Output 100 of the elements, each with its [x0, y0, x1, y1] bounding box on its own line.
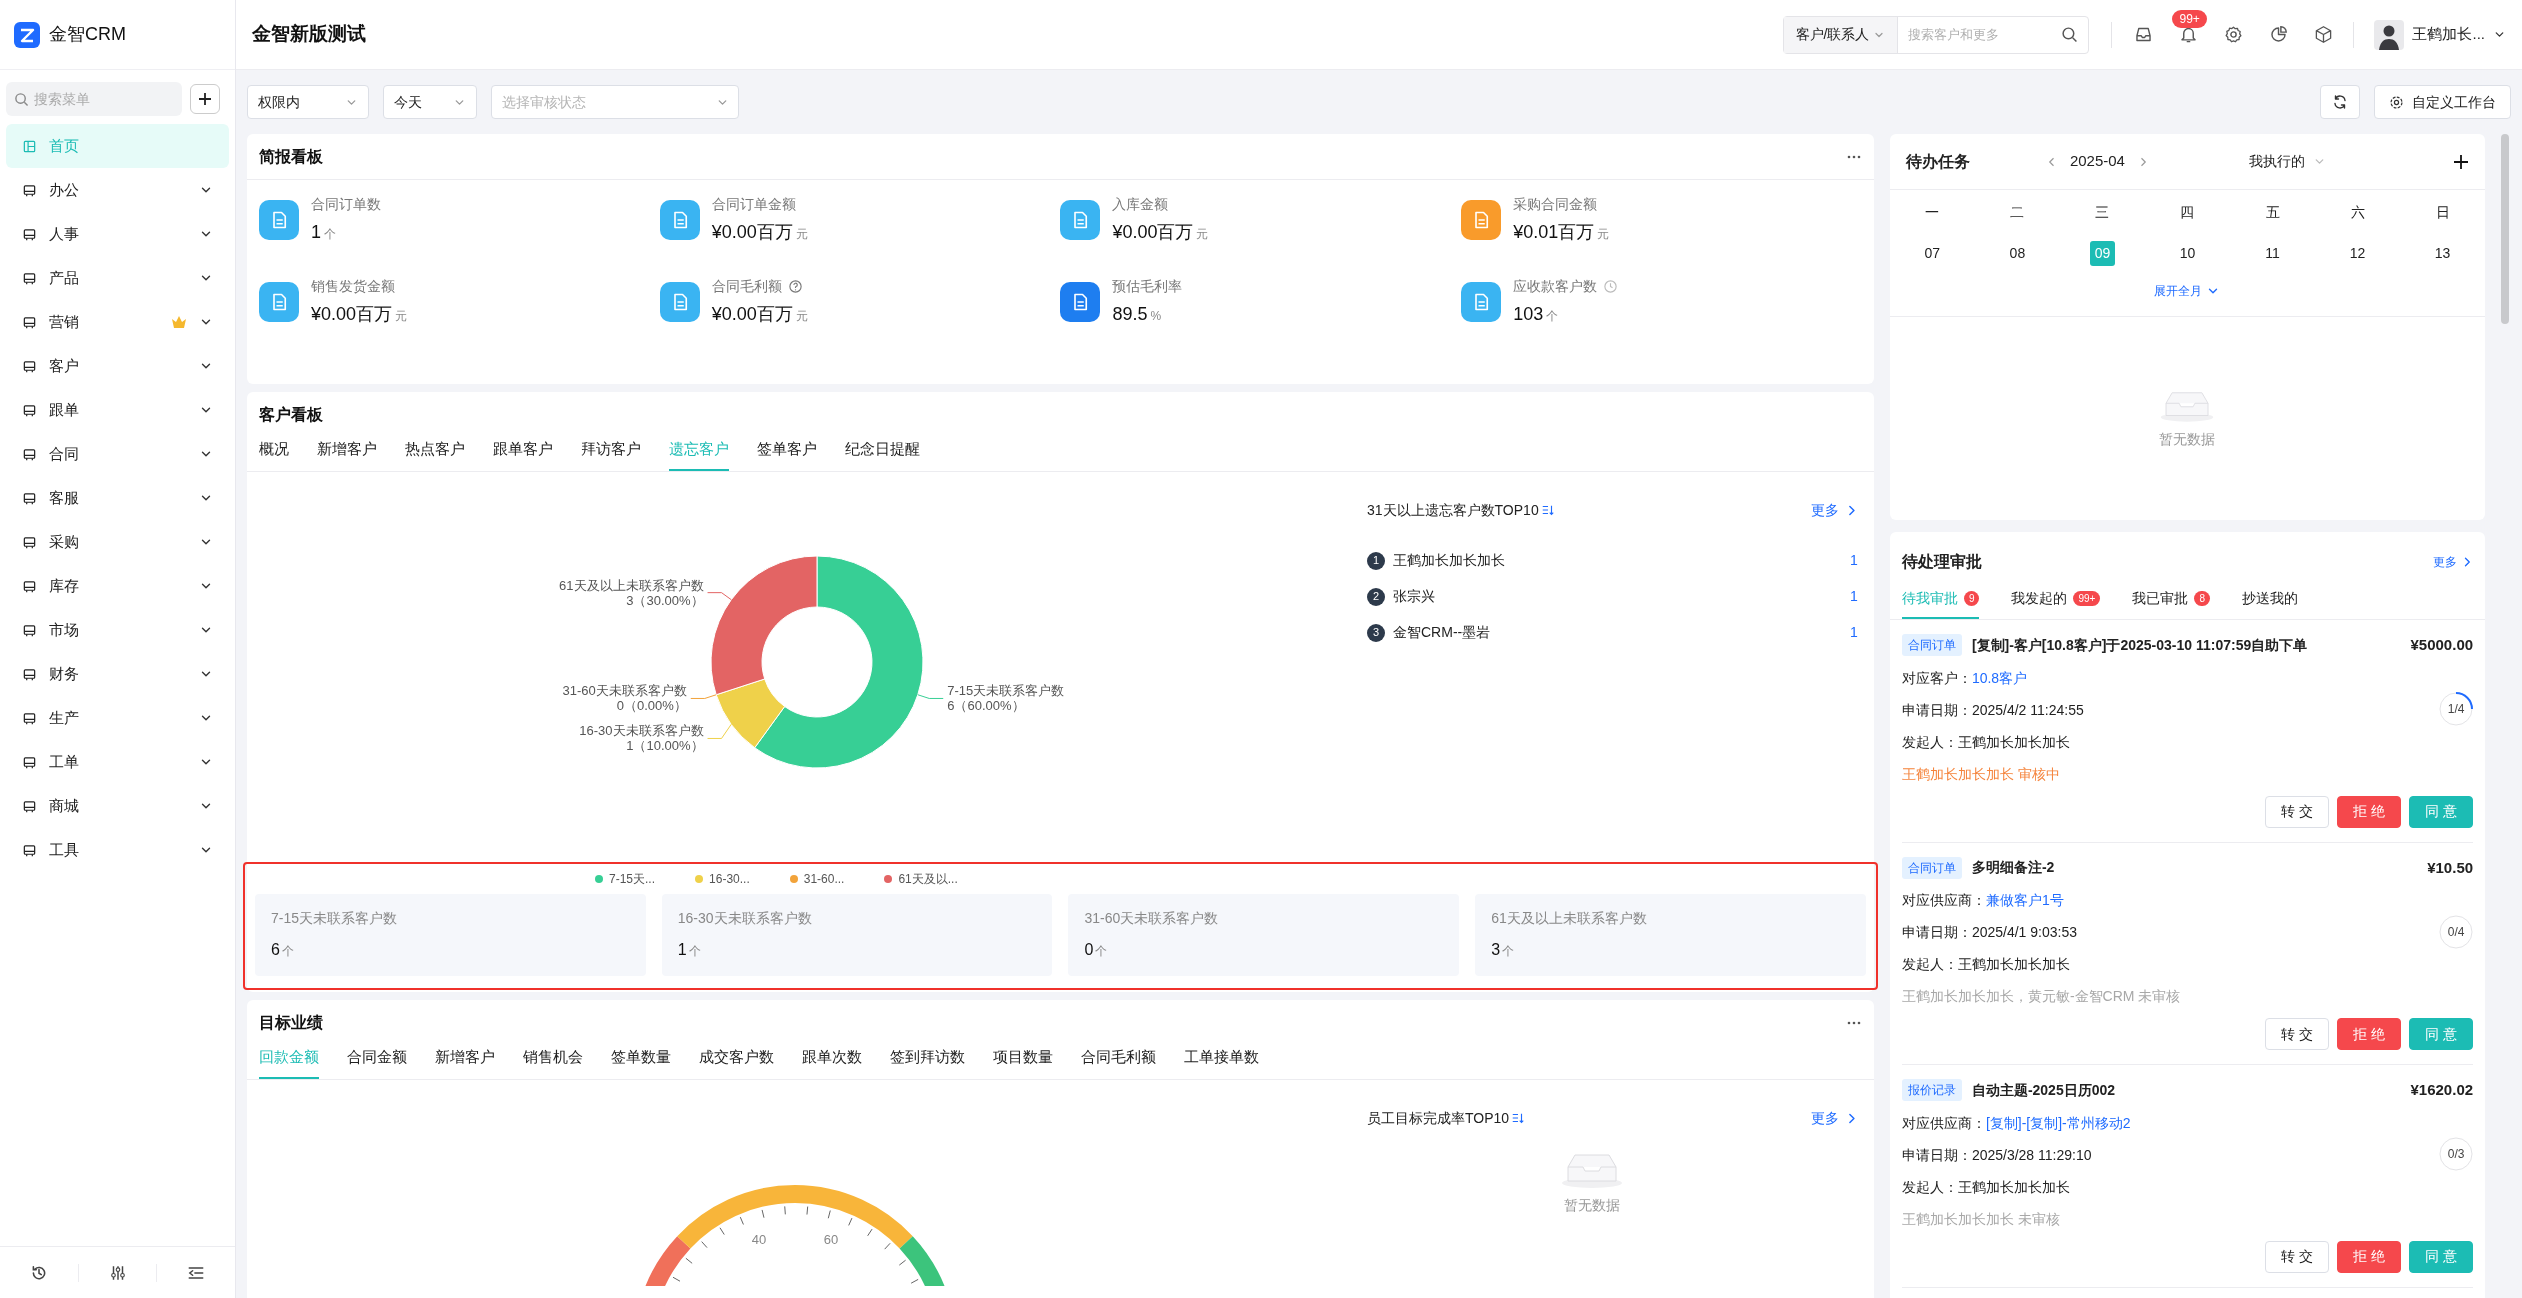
- tab[interactable]: 新增客户: [435, 1046, 495, 1079]
- metric-unit: 元: [795, 226, 808, 243]
- scrollbar[interactable]: [2501, 134, 2510, 324]
- reject-button[interactable]: 拒 绝: [2337, 795, 2402, 828]
- tab[interactable]: 合同毛利额: [1081, 1046, 1156, 1079]
- tab[interactable]: 概况: [259, 438, 289, 471]
- expand-link[interactable]: 展开全月: [2154, 282, 2221, 300]
- tab[interactable]: 销售机会: [523, 1046, 583, 1079]
- sidebar-item[interactable]: 客户: [6, 344, 229, 388]
- more-icon[interactable]: [1845, 153, 1862, 160]
- tab[interactable]: 跟单客户: [493, 438, 553, 471]
- tab[interactable]: 合同金额: [347, 1046, 407, 1079]
- link[interactable]: 10.8客户: [1971, 667, 2028, 689]
- tab[interactable]: 签到拜访数: [890, 1046, 965, 1079]
- search-field[interactable]: 搜索菜单: [6, 82, 182, 116]
- tray-icon: [22, 578, 37, 594]
- sidebar-item[interactable]: 跟单: [6, 388, 229, 432]
- transfer-button[interactable]: 转 交: [2265, 1240, 2330, 1273]
- link[interactable]: [复制]-[复制]-常州移动2: [1985, 1112, 2131, 1134]
- reject-button[interactable]: 拒 绝: [2337, 1240, 2402, 1273]
- calendar-day[interactable]: 11: [2260, 241, 2285, 266]
- refresh-button[interactable]: [2320, 85, 2360, 119]
- tab[interactable]: 待我审批 9: [1901, 588, 1980, 619]
- sidebar-item[interactable]: 采购: [6, 520, 229, 564]
- sidebar-item[interactable]: 工具: [6, 828, 229, 872]
- weekday-label: 三: [2094, 203, 2111, 222]
- more-link[interactable]: 更多: [2433, 553, 2474, 571]
- search-icon[interactable]: [2061, 26, 2079, 43]
- tab[interactable]: 抄送我的: [2241, 588, 2298, 619]
- customize-button[interactable]: 自定义工作台: [2374, 85, 2511, 119]
- status-select[interactable]: 选择审核状态: [491, 85, 739, 119]
- user-menu[interactable]: 王鹤加长...: [2374, 19, 2506, 50]
- sliders-icon[interactable]: [108, 1263, 127, 1282]
- sidebar-item[interactable]: 营销: [6, 300, 229, 344]
- sidebar-item[interactable]: 产品: [6, 256, 229, 300]
- tab[interactable]: 新增客户: [317, 438, 377, 471]
- scope-select[interactable]: 客户/联系人: [1783, 16, 1899, 53]
- tab[interactable]: 我发起的 99+: [2011, 588, 2101, 619]
- sidebar-item[interactable]: 库存: [6, 564, 229, 608]
- settings-icon[interactable]: [2224, 25, 2244, 44]
- list-count[interactable]: 1: [1850, 586, 1858, 607]
- sidebar-item[interactable]: 人事: [6, 212, 229, 256]
- tab[interactable]: 成交客户数: [699, 1046, 774, 1079]
- calendar-day[interactable]: 13: [2430, 241, 2456, 266]
- tray-icon: [22, 270, 37, 286]
- sidebar-item[interactable]: 客服: [6, 476, 229, 520]
- tab[interactable]: 工单接单数: [1184, 1046, 1259, 1079]
- bell-icon[interactable]: [2179, 25, 2199, 44]
- sort-icon[interactable]: [1540, 503, 1555, 517]
- tab[interactable]: 签单客户: [757, 438, 817, 471]
- sidebar-item[interactable]: 合同: [6, 432, 229, 476]
- date-select[interactable]: 今天: [383, 85, 477, 119]
- more-link[interactable]: 更多: [1810, 1107, 1858, 1129]
- list-count[interactable]: 1: [1850, 550, 1858, 571]
- tab[interactable]: 热点客户: [405, 438, 465, 471]
- sort-icon[interactable]: [1511, 1111, 1526, 1125]
- approval-title[interactable]: [复制]-客户[10.8客户]于2025-03-10 11:07:59自助下单: [1971, 634, 2401, 656]
- list-count[interactable]: 1: [1850, 622, 1858, 643]
- add-button[interactable]: [190, 84, 220, 114]
- pie-chart-icon[interactable]: [2269, 25, 2289, 44]
- weekday-label: 六: [2349, 203, 2366, 222]
- tab[interactable]: 跟单次数: [802, 1046, 862, 1079]
- inbox-icon[interactable]: [2134, 25, 2154, 44]
- transfer-button[interactable]: 转 交: [2265, 1018, 2330, 1050]
- scope-select[interactable]: 权限内: [247, 85, 369, 119]
- calendar-day[interactable]: 07: [1919, 241, 1945, 266]
- amount: ¥10.50: [2427, 857, 2474, 878]
- transfer-button[interactable]: 转 交: [2265, 795, 2330, 828]
- tab[interactable]: 签单数量: [611, 1046, 671, 1079]
- calendar-day[interactable]: 10: [2174, 241, 2200, 266]
- approval-title[interactable]: 自动主题-2025日历002: [1971, 1079, 2401, 1101]
- sidebar-item[interactable]: 生产: [6, 696, 229, 740]
- sidebar-item[interactable]: 商城: [6, 784, 229, 828]
- calendar-day[interactable]: 08: [2004, 241, 2030, 266]
- field-label: 申请日期：: [1901, 923, 1972, 942]
- sidebar-item[interactable]: 工单: [6, 740, 229, 784]
- status-text: 王鹤加长加长加长 未审核: [1901, 1209, 2061, 1229]
- link[interactable]: 兼做客户1号: [1985, 890, 2064, 911]
- more-link[interactable]: 更多: [1810, 499, 1858, 521]
- sidebar-item[interactable]: 办公: [6, 168, 229, 212]
- executor-select[interactable]: 我执行的: [2248, 151, 2326, 172]
- calendar-day[interactable]: 12: [2345, 241, 2371, 266]
- tab[interactable]: 项目数量: [993, 1046, 1053, 1079]
- field-value: 王鹤加长加长加长: [1957, 955, 2070, 974]
- search-bar[interactable]: 客户/联系人 搜索客户和更多: [1782, 15, 2090, 54]
- approval-title[interactable]: 多明细备注-2: [1971, 857, 2418, 879]
- plus-icon[interactable]: [2453, 153, 2470, 170]
- search-icon: [14, 92, 29, 107]
- metric-value: ¥0.00百万: [1112, 221, 1194, 244]
- tab[interactable]: 我已审批 8: [2132, 588, 2210, 619]
- sidebar-item[interactable]: 财务: [6, 652, 229, 696]
- tab[interactable]: 拜访客户: [581, 438, 641, 471]
- field-label: 对应供应商：: [1901, 1113, 1986, 1133]
- field-value: 2025/3/28 11:29:10: [1971, 1145, 2092, 1165]
- tab[interactable]: 纪念日提醒: [845, 438, 920, 471]
- cube-icon[interactable]: [2314, 25, 2334, 44]
- more-icon[interactable]: [1845, 1020, 1862, 1026]
- card-title: 客户看板: [259, 405, 323, 425]
- sidebar-item[interactable]: 市场: [6, 608, 229, 652]
- reject-button[interactable]: 拒 绝: [2337, 1018, 2402, 1050]
